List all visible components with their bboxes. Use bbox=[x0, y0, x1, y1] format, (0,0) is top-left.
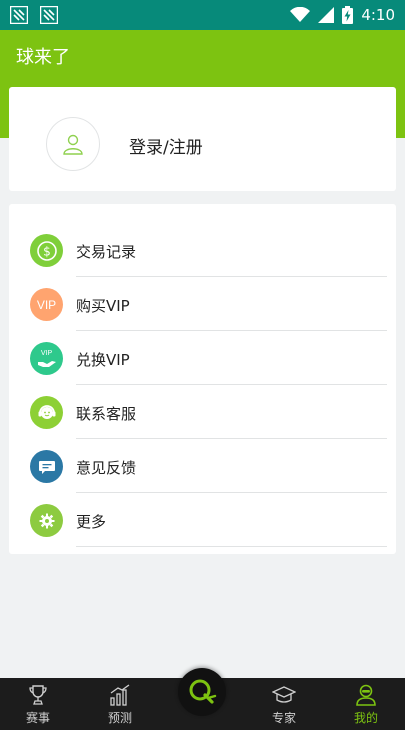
center-home-button[interactable] bbox=[178, 668, 226, 716]
menu-item-label: 意见反馈 bbox=[76, 459, 137, 477]
profile-card[interactable]: 登录/注册 bbox=[9, 87, 396, 191]
nav-item-experts[interactable]: 专家 bbox=[254, 678, 314, 730]
nav-item-predictions[interactable]: 预测 bbox=[90, 678, 150, 730]
nav-item-matches[interactable]: 赛事 bbox=[8, 678, 68, 730]
menu-item-contact-service[interactable]: 联系客服 bbox=[9, 385, 396, 439]
notification-icon bbox=[40, 6, 58, 24]
menu-item-label: 更多 bbox=[76, 513, 107, 531]
status-time: 4:10 bbox=[361, 6, 395, 24]
login-register-link[interactable]: 登录/注册 bbox=[129, 133, 203, 158]
avatar[interactable] bbox=[46, 117, 100, 171]
menu-item-feedback[interactable]: 意见反馈 bbox=[9, 439, 396, 493]
menu-item-label: 购买VIP bbox=[76, 297, 130, 315]
menu-item-redeem-vip[interactable]: VIP 兑换VIP bbox=[9, 331, 396, 385]
menu-item-label: 兑换VIP bbox=[76, 351, 130, 369]
app-logo-icon bbox=[189, 679, 217, 704]
profile-icon bbox=[356, 684, 376, 706]
signal-icon bbox=[318, 7, 335, 23]
menu-item-transactions[interactable]: $ 交易记录 bbox=[9, 223, 396, 277]
vip-hand-icon: VIP bbox=[30, 342, 63, 375]
vip-badge-icon: VIP bbox=[30, 288, 63, 321]
battery-charging-icon bbox=[342, 6, 354, 24]
status-bar: 4:10 bbox=[0, 0, 405, 30]
notification-icon bbox=[10, 6, 28, 24]
trophy-icon bbox=[29, 685, 47, 705]
nav-item-label: 赛事 bbox=[25, 711, 50, 725]
customer-service-icon bbox=[30, 396, 63, 429]
bar-chart-icon bbox=[110, 684, 130, 706]
nav-item-mine[interactable]: 我的 bbox=[336, 678, 396, 730]
nav-item-label: 我的 bbox=[353, 711, 378, 725]
feedback-icon bbox=[30, 450, 63, 483]
divider bbox=[76, 546, 387, 547]
menu-item-more[interactable]: 更多 bbox=[9, 493, 396, 547]
app-title: 球来了 bbox=[16, 47, 70, 68]
nav-item-label: 专家 bbox=[271, 711, 296, 725]
menu-item-label: 联系客服 bbox=[76, 405, 137, 423]
nav-item-label: 预测 bbox=[107, 711, 132, 725]
gear-icon bbox=[30, 504, 63, 537]
status-indicators: 4:10 bbox=[290, 6, 395, 24]
wifi-icon bbox=[290, 7, 311, 22]
menu-card: $ 交易记录 VIP 购买VIP VIP 兑换VIP 联系客服 意见反馈 更多 bbox=[9, 204, 396, 554]
menu-item-buy-vip[interactable]: VIP 购买VIP bbox=[9, 277, 396, 331]
coin-icon: $ bbox=[30, 234, 63, 267]
notification-area bbox=[10, 6, 58, 24]
menu-item-label: 交易记录 bbox=[76, 243, 137, 261]
user-icon bbox=[63, 134, 83, 155]
svg-text:$: $ bbox=[43, 244, 51, 258]
graduation-cap-icon bbox=[272, 686, 296, 703]
